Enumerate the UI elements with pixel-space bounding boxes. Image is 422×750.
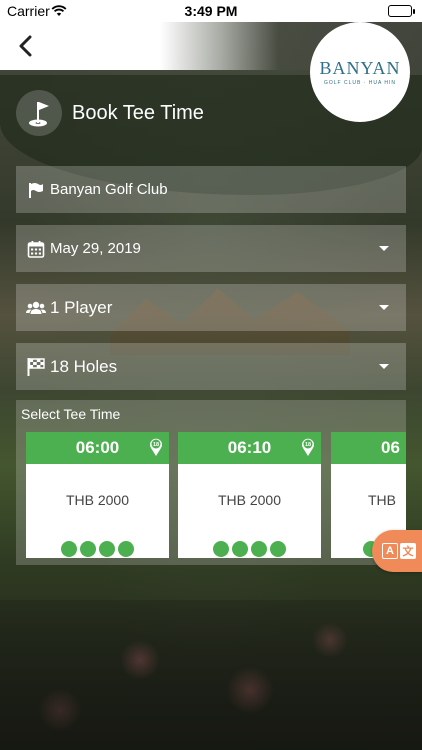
users-icon <box>26 298 46 318</box>
tee-time-card[interactable]: 06:00 18 THB 2000 <box>26 432 169 558</box>
holes-pin-icon: 18 <box>301 437 315 462</box>
status-time: 3:49 PM <box>184 3 238 19</box>
tee-time: 06:10 <box>227 438 272 457</box>
player-dot <box>232 541 248 557</box>
tee-time: 06 <box>381 438 400 457</box>
player-dot <box>80 541 96 557</box>
tee-time-header: 06:10 18 <box>178 432 321 464</box>
logo-subtitle: GOLF CLUB · HUA HIN <box>323 80 397 86</box>
tee-time-section: Select Tee Time 06:00 18 THB 2000 06:10 <box>16 400 406 565</box>
players-value: 1 Player <box>50 297 113 317</box>
holes-badge: 18 <box>153 442 159 448</box>
checkered-flag-icon <box>26 357 46 377</box>
player-dot <box>213 541 229 557</box>
tee-price: THB 2000 <box>217 492 282 508</box>
tee-price: THB <box>368 492 396 508</box>
tee-time-card[interactable]: 06:10 18 THB 2000 <box>178 432 321 558</box>
holes-value: 18 Holes <box>50 356 118 376</box>
player-dots <box>26 541 169 557</box>
tee-time: 06:00 <box>75 438 120 457</box>
holes-badge: 18 <box>305 442 311 448</box>
tee-time-header: 06:00 18 <box>26 432 169 464</box>
player-dot <box>118 541 134 557</box>
chevron-left-icon <box>19 35 32 57</box>
player-dots <box>178 541 321 557</box>
back-button[interactable] <box>12 32 40 60</box>
logo-title: BANYAN <box>319 58 401 78</box>
background-flowers <box>0 600 422 750</box>
club-value: Banyan Golf Club <box>50 181 168 198</box>
club-field[interactable]: Banyan Golf Club <box>16 166 406 213</box>
date-value: May 29, 2019 <box>50 240 141 257</box>
chevron-down-icon <box>379 246 389 251</box>
holes-field[interactable]: 18 Holes <box>16 343 406 390</box>
club-logo: BANYAN GOLF CLUB · HUA HIN <box>310 22 410 122</box>
page-title: Book Tee Time <box>72 101 204 124</box>
translate-latin-icon: A <box>382 543 398 559</box>
tee-time-label: Select Tee Time <box>21 406 121 422</box>
translate-button[interactable]: A 文 <box>372 530 422 572</box>
holes-pin-icon: 18 <box>149 437 163 462</box>
player-dot <box>270 541 286 557</box>
date-field[interactable]: May 29, 2019 <box>16 225 406 272</box>
page-header: Book Tee Time <box>16 90 204 136</box>
player-dot <box>251 541 267 557</box>
player-dot <box>61 541 77 557</box>
tee-time-header: 06 <box>331 432 406 464</box>
calendar-icon <box>26 239 46 259</box>
flag-icon <box>26 180 46 200</box>
chevron-down-icon <box>379 305 389 310</box>
status-bar: Carrier 3:49 PM <box>0 0 422 22</box>
tee-price: THB 2000 <box>65 492 130 508</box>
golf-flag-icon <box>16 90 62 136</box>
battery-icon <box>388 5 415 17</box>
player-dot <box>99 541 115 557</box>
players-field[interactable]: 1 Player <box>16 284 406 331</box>
chevron-down-icon <box>379 364 389 369</box>
translate-cjk-icon: 文 <box>400 543 416 559</box>
